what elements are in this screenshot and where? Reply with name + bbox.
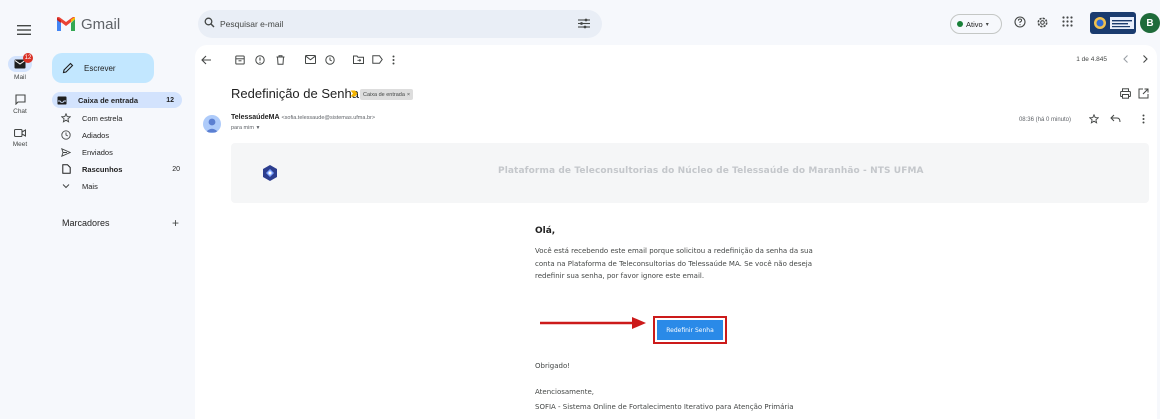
more-options-icon[interactable] [1142,114,1145,124]
nav-item-starred[interactable]: Com estrela [56,110,188,126]
back-arrow-icon[interactable] [201,55,212,65]
rail-chat[interactable]: Chat [0,94,40,115]
compose-button[interactable]: Escrever [52,53,154,83]
nav-item-label: Mais [82,181,98,191]
print-icon[interactable] [1120,88,1131,99]
main-menu-icon[interactable] [14,20,34,40]
compose-label: Escrever [84,63,116,73]
nav-item-label: Caixa de entrada [78,95,139,105]
annotation-arrow-icon [540,316,650,330]
label-chip-text: Caixa de entrada [363,91,405,98]
chevron-left-icon[interactable] [1122,54,1129,64]
search-options-icon[interactable] [578,18,590,29]
platform-logo-icon [261,164,279,182]
help-icon[interactable] [1014,16,1026,28]
email-thanks: Obrigado! [535,362,571,370]
gmail-logo[interactable]: Gmail [56,12,120,36]
email-header-banner: Plataforma de Teleconsultorias do Núcleo… [231,143,1149,203]
chevron-down-icon [60,183,72,189]
org-wordmark-icon [1109,17,1134,29]
nav-item-snoozed[interactable]: Adiados [56,127,188,143]
nav-item-label: Adiados [82,130,110,140]
remove-label-icon[interactable]: × [407,92,410,98]
nav-item-more[interactable]: Mais [56,178,188,194]
clock-icon [60,130,72,140]
rail-meet-label: Meet [12,141,28,148]
settings-icon[interactable] [1036,16,1049,29]
sender-name[interactable]: TelessaúdeMA [231,114,280,121]
sender-email: <sofia.telessaude@sistemas.ufma.br> [281,115,376,121]
rail-meet[interactable]: Meet [0,128,40,148]
email-paragraph: Você está recebendo este email porque so… [535,247,813,281]
pencil-icon [62,62,74,74]
app-name: Gmail [81,15,121,33]
importance-marker-icon[interactable] [350,90,358,97]
star-icon [60,113,72,123]
rail-chat-label: Chat [13,108,27,115]
banner-title: Plataforma de Teleconsultorias do Núcleo… [498,166,924,176]
send-icon [60,147,72,157]
nav-item-label: Com estrela [82,113,123,123]
email-timestamp: 08:36 (há 0 minuto) [1018,117,1071,123]
account-avatar[interactable]: B [1140,13,1160,33]
recipient-details[interactable]: para mim ▼ [231,125,260,131]
meet-icon [14,128,26,138]
nav-item-sent[interactable]: Enviados [56,144,188,160]
highlight-box: Redefinir Senha [653,316,727,344]
status-dot [957,21,963,27]
search-bar[interactable] [198,10,602,38]
labels-heading: Marcadores [62,218,110,228]
label-icon[interactable] [372,55,383,64]
apps-grid-icon[interactable] [1062,16,1073,27]
nav-item-count: 20 [172,165,180,173]
open-new-window-icon[interactable] [1138,88,1149,99]
email-regards: Atenciosamente, [535,388,595,396]
star-icon[interactable] [1089,114,1099,124]
recipient-text: para mim [231,125,254,131]
caret-down-icon: ▼ [255,125,261,131]
inbox-icon [56,96,68,105]
email-signature: SOFIA - Sistema Online de Fortalecimento… [535,403,794,411]
org-emblem-icon [1093,17,1106,29]
rail-mail[interactable]: 12 Mail [0,53,40,81]
rail-mail-label: Mail [14,74,26,81]
reset-password-button[interactable]: Redefinir Senha [657,320,723,340]
archive-icon[interactable] [235,55,245,65]
chevron-down-icon: ▾ [985,21,989,28]
nav-item-label: Enviados [82,147,113,157]
email-greeting: Olá, [535,226,556,236]
snooze-icon[interactable] [325,55,335,65]
draft-icon [60,164,72,174]
move-to-icon[interactable] [353,55,364,64]
report-spam-icon[interactable] [255,55,265,65]
sender-line: TelessaúdeMA <sofia.telessaude@sistemas.… [231,114,375,121]
email-body: Olá, Você está recebendo este email porq… [535,226,835,411]
delete-icon[interactable] [276,55,285,65]
nav-item-label: Rascunhos [82,164,123,174]
search-icon[interactable] [204,17,215,28]
sender-avatar[interactable] [203,115,221,133]
status-label: Ativo [966,19,983,29]
search-input[interactable] [220,10,560,38]
more-options-icon[interactable] [392,55,395,65]
status-selector[interactable]: Ativo ▾ [950,14,1002,34]
pagination-text: 1 de 4.845 [1076,56,1107,63]
inbox-label-chip[interactable]: Caixa de entrada × [360,89,414,100]
nav-item-inbox[interactable]: Caixa de entrada 12 [52,92,182,108]
reply-icon[interactable] [1110,114,1121,123]
nav-item-count: 12 [166,96,174,104]
add-label-button[interactable]: + [172,216,179,230]
message-panel: 1 de 4.845 Redefinição de Senha Caixa de… [195,45,1157,419]
chat-icon [14,94,26,105]
organization-logo[interactable] [1090,12,1136,34]
unread-badge: 12 [23,53,33,63]
nav-item-drafts[interactable]: Rascunhos 20 [56,161,188,177]
gmail-m-icon [57,16,75,31]
mark-unread-icon[interactable] [305,55,316,64]
email-subject: Redefinição de Senha [231,86,359,101]
chevron-right-icon[interactable] [1142,54,1149,64]
